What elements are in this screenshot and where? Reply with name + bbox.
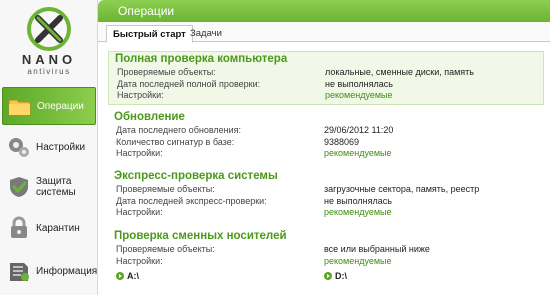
section-removable-scan[interactable]: Проверка сменных носителей Проверяемые о… [108, 229, 544, 269]
nano-logo-icon [27, 7, 71, 51]
section-express-scan[interactable]: Экспресс-проверка системы Проверяемые об… [108, 169, 544, 219]
section-title: Обновление [114, 111, 185, 123]
sidebar: NANO antivirus Операции Настройки Защита… [0, 0, 98, 295]
lock-icon [6, 215, 32, 241]
brand-sub: antivirus [27, 67, 71, 76]
info-book-icon [6, 258, 32, 284]
row-key: Дата последнего обновления: [116, 125, 242, 135]
row-key: Дата последней экспресс-проверки: [116, 195, 267, 206]
main-panel: Операции Быстрый старт Задачи Полная про… [98, 0, 550, 295]
sidebar-item-info[interactable]: Информация [2, 252, 98, 290]
row-key: Проверяемые объекты: [117, 67, 216, 77]
row-value: локальные, сменные диски, память [325, 67, 474, 77]
shield-check-icon [6, 174, 32, 200]
section-update[interactable]: Обновление Дата последнего обновления: 2… [108, 110, 544, 160]
sidebar-item-label: Настройки [36, 141, 86, 153]
drive-list: A:\ D:\ [108, 271, 544, 283]
sidebar-item-label: Информация [36, 265, 98, 277]
content-area: Полная проверка компьютера Проверяемые о… [108, 48, 544, 293]
play-icon [116, 272, 124, 280]
info-row: Дата последнего обновления: 29/06/2012 1… [108, 125, 544, 137]
info-row: Проверяемые объекты: загрузочные сектора… [108, 184, 544, 196]
row-key: Дата последней полной проверки: [117, 78, 261, 89]
settings-link[interactable]: рекомендуемые [324, 148, 392, 160]
info-row: Настройки: рекомендуемые [108, 256, 544, 268]
sidebar-item-label: Защита системы [36, 176, 76, 198]
info-row: Количество сигнатур в базе: 9388069 [108, 137, 544, 149]
row-value: все или выбранный ниже [324, 244, 430, 254]
section-title: Полная проверка компьютера [115, 53, 288, 65]
sidebar-item-label: Карантин [36, 222, 80, 234]
gears-icon [6, 134, 32, 160]
tab-bar: Быстрый старт Задачи [98, 22, 550, 43]
folder-scan-icon [7, 93, 33, 119]
row-value: не выполнялась [325, 78, 393, 89]
info-row: Настройки: рекомендуемые [109, 90, 543, 102]
section-title: Проверка сменных носителей [114, 230, 287, 242]
row-key: Настройки: [116, 148, 163, 158]
sidebar-item-protection[interactable]: Защита системы [2, 168, 96, 206]
info-row: Дата последней экспресс-проверки: не вып… [108, 196, 544, 208]
info-row: Настройки: рекомендуемые [108, 207, 544, 219]
sidebar-item-operations[interactable]: Операции [2, 87, 96, 125]
play-icon [324, 272, 332, 280]
settings-link[interactable]: рекомендуемые [324, 256, 392, 268]
row-key: Настройки: [116, 207, 163, 217]
drive-label: D:\ [335, 271, 347, 281]
settings-link[interactable]: рекомендуемые [325, 90, 393, 102]
row-key: Проверяемые объекты: [116, 184, 215, 194]
row-value: 29/06/2012 11:20 [324, 125, 394, 135]
row-key: Количество сигнатур в базе: [116, 136, 235, 147]
tab-quick-start[interactable]: Быстрый старт [106, 25, 193, 43]
app-logo: NANO antivirus [0, 0, 98, 86]
row-key: Проверяемые объекты: [116, 244, 215, 254]
sidebar-item-quarantine[interactable]: Карантин [2, 209, 96, 247]
sidebar-item-label: Операции [37, 100, 84, 112]
row-value: не выполнялась [324, 195, 392, 206]
settings-link[interactable]: рекомендуемые [324, 207, 392, 219]
drive-link-a[interactable]: A:\ [116, 271, 139, 281]
drive-label: A:\ [127, 271, 139, 281]
row-value: загрузочные сектора, память, реестр [324, 184, 480, 194]
info-row: Дата последней полной проверки: не выпол… [109, 79, 543, 91]
info-row: Настройки: рекомендуемые [108, 148, 544, 160]
brand-name: NANO [21, 52, 77, 67]
tab-tasks[interactable]: Задачи [184, 25, 228, 42]
row-key: Настройки: [116, 255, 163, 266]
panel-header: Операции [98, 0, 550, 22]
section-title: Экспресс-проверка системы [114, 170, 278, 182]
info-row: Проверяемые объекты: локальные, сменные … [109, 67, 543, 79]
sidebar-item-settings[interactable]: Настройки [2, 128, 96, 166]
page-title: Операции [118, 4, 175, 18]
drive-link-d[interactable]: D:\ [324, 271, 347, 281]
info-row: Проверяемые объекты: все или выбранный н… [108, 244, 544, 256]
row-value: 9388069 [324, 136, 360, 147]
row-key: Настройки: [117, 90, 164, 100]
section-full-scan[interactable]: Полная проверка компьютера Проверяемые о… [108, 51, 544, 105]
